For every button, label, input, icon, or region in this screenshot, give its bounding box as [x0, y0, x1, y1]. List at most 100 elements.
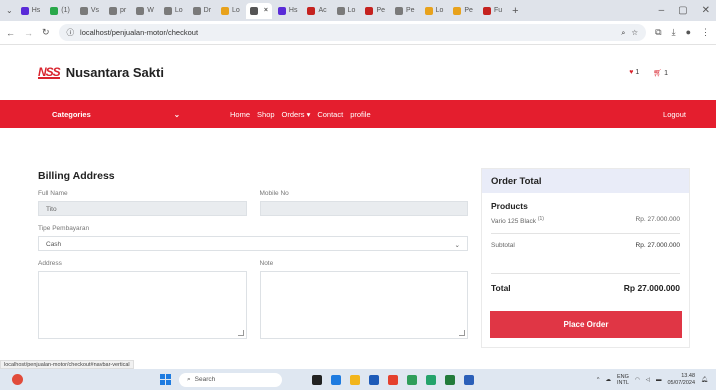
main-navbar: Categories ⌄ Home Shop Orders ▾ Contact …	[0, 100, 716, 128]
place-order-button[interactable]: Place Order	[490, 311, 682, 338]
browser-tab[interactable]: Hs	[274, 3, 302, 19]
nav-profile[interactable]: profile	[350, 110, 370, 119]
categories-dropdown[interactable]: Categories ⌄	[36, 100, 188, 128]
address-bar[interactable]: ⓘ localhost/penjualan-motor/checkout ⌕ ☆	[58, 24, 647, 41]
browser-tab[interactable]: pr	[105, 3, 130, 19]
taskbar-search[interactable]: ⌕ Search	[179, 372, 282, 387]
tab-label: Hs	[288, 7, 298, 14]
nav-orders[interactable]: Orders ▾	[282, 110, 311, 119]
taskbar-app-icon[interactable]	[369, 374, 379, 385]
cloud-icon[interactable]: ☁	[606, 377, 612, 383]
tab-label: (1)	[61, 7, 70, 14]
taskbar-app-icon[interactable]	[388, 374, 398, 385]
windows-taskbar: ⌕ Search ^ ☁ ENG INTL ◠ ◁ ▬ 13.48 05/07/20…	[0, 369, 716, 390]
tab-favicon-icon	[453, 6, 462, 15]
tab-active[interactable]: ×	[245, 2, 272, 19]
taskbar-app-icon[interactable]	[312, 374, 322, 385]
site-info-icon[interactable]: ⓘ	[67, 27, 75, 38]
tab-label: W	[147, 7, 154, 14]
volume-icon[interactable]: ◁	[646, 377, 650, 383]
profile-avatar-icon[interactable]: ●	[686, 27, 691, 38]
note-textarea[interactable]	[259, 271, 468, 339]
browser-tab-strip: ⌄ Hs (1) Vs pr W Lo Dr Lo × Hs Ac Lo Pe Pe Lo Pe Fu + – …	[0, 0, 716, 21]
tab-favicon-icon	[336, 6, 345, 15]
tab-label: Dr	[203, 7, 212, 14]
widgets-icon[interactable]	[11, 374, 23, 385]
browser-tab[interactable]: Lo	[217, 3, 244, 19]
start-button-icon[interactable]	[160, 374, 171, 385]
wishlist-count: 1	[635, 68, 640, 76]
browser-tab[interactable]: Lo	[421, 3, 448, 19]
url-text[interactable]: localhost/penjualan-motor/checkout	[80, 28, 198, 37]
browser-tab[interactable]: Dr	[189, 3, 215, 19]
tab-label: pr	[120, 7, 127, 14]
clock[interactable]: 13.48 05/07/2024	[667, 373, 695, 387]
close-window-button[interactable]: ✕	[702, 5, 710, 16]
language-indicator[interactable]: ENG INTL	[617, 374, 629, 386]
payment-type-select[interactable]: Cash ⌄	[38, 236, 468, 251]
cart-button[interactable]: 🛒︎ 1	[653, 69, 668, 77]
taskbar-app-icon[interactable]	[445, 374, 455, 385]
taskbar-app-icon[interactable]	[350, 374, 360, 385]
address-textarea[interactable]	[38, 271, 247, 339]
browser-tab[interactable]: Pe	[449, 3, 477, 19]
tab-label: Lo	[435, 7, 444, 14]
notification-bell-icon[interactable]: 🔔︎	[701, 377, 708, 383]
chevron-down-icon: ⌄	[454, 242, 460, 249]
wishlist-button[interactable]: ♥ 1	[629, 69, 639, 77]
taskbar-app-icon[interactable]	[426, 374, 436, 385]
reload-icon[interactable]: ↻	[42, 27, 50, 38]
total-line: Total Rp 27.000.000	[482, 283, 689, 293]
cart-count: 1	[664, 69, 668, 77]
tab-label: Lo	[232, 7, 240, 14]
browser-tab[interactable]: Lo	[160, 3, 187, 19]
maximize-button[interactable]: ▢	[678, 5, 687, 16]
wifi-icon[interactable]: ◠	[635, 377, 640, 383]
browser-tab[interactable]: Ac	[303, 3, 330, 19]
tab-favicon-icon	[307, 6, 316, 15]
battery-icon[interactable]: ▬	[656, 377, 662, 383]
taskbar-app-icon[interactable]	[407, 374, 417, 385]
address-bar-row: ← → ↻ ⓘ localhost/penjualan-motor/checko…	[0, 21, 716, 45]
browser-tab[interactable]: (1)	[46, 3, 74, 19]
billing-form: Billing Address Full Name Tito Mobile No…	[38, 170, 468, 339]
search-icon: ⌕	[187, 375, 191, 383]
close-tab-icon[interactable]: ×	[264, 7, 268, 14]
tab-favicon-icon	[249, 6, 258, 15]
browser-tab[interactable]: Pe	[361, 3, 389, 19]
show-hidden-icons-icon[interactable]: ^	[597, 377, 600, 383]
tab-label: Hs	[31, 7, 41, 14]
nav-shop[interactable]: Shop	[257, 110, 275, 119]
logout-link[interactable]: Logout	[663, 110, 686, 119]
menu-kebab-icon[interactable]: ⋮	[701, 27, 710, 38]
region-code: INTL	[617, 379, 629, 386]
tab-favicon-icon	[365, 6, 374, 15]
taskbar-app-icon[interactable]	[331, 374, 341, 385]
nav-contact[interactable]: Contact	[317, 110, 343, 119]
link-status-bar: localhost/penjualan-motor/checkout#navba…	[0, 360, 134, 369]
browser-tab[interactable]: Vs	[76, 3, 103, 19]
browser-tab[interactable]: Lo	[333, 3, 360, 19]
zoom-icon[interactable]: ⌕	[621, 28, 625, 38]
tab-label: Lo	[347, 7, 356, 14]
browser-tab[interactable]: Fu	[479, 3, 506, 19]
categories-label: Categories	[52, 109, 91, 119]
nav-home[interactable]: Home	[230, 110, 250, 119]
download-icon[interactable]: ⤓	[672, 27, 676, 38]
clock-date: 05/07/2024	[667, 379, 696, 386]
extensions-icon[interactable]: ⧉	[655, 27, 661, 38]
tab-search-icon[interactable]: ⌄	[6, 6, 13, 15]
site-logo[interactable]: NSS Nusantara Sakti	[38, 65, 164, 80]
taskbar-app-icon[interactable]	[464, 374, 474, 385]
new-tab-button[interactable]: +	[512, 5, 518, 17]
browser-tab[interactable]: W	[132, 3, 158, 19]
bookmark-star-icon[interactable]: ☆	[631, 28, 638, 37]
back-icon[interactable]: ←	[6, 28, 15, 38]
minimize-button[interactable]: –	[659, 5, 665, 16]
mobile-input[interactable]	[259, 201, 468, 216]
browser-tab[interactable]: Hs	[17, 3, 45, 19]
forward-icon[interactable]: →	[24, 28, 33, 38]
note-label: Note	[259, 260, 274, 267]
full-name-input[interactable]: Tito	[38, 201, 247, 216]
browser-tab[interactable]: Pe	[391, 3, 419, 19]
